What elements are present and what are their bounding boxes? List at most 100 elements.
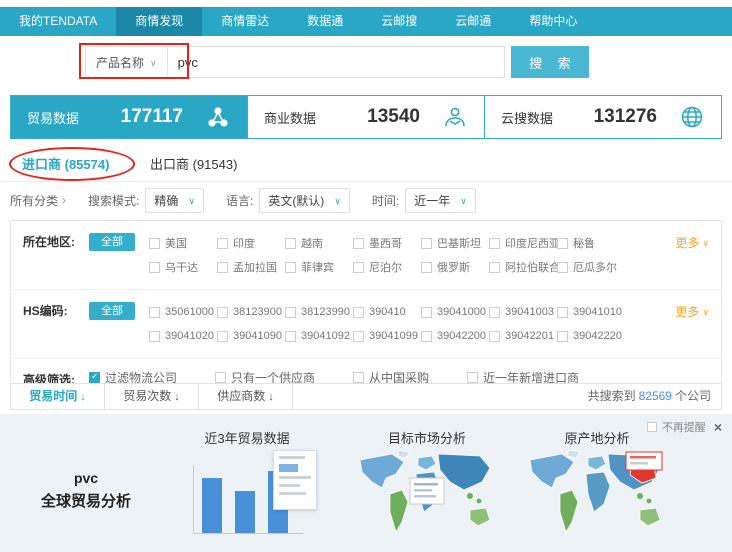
hs-option[interactable]: 39041003 bbox=[489, 300, 557, 324]
checkbox-icon bbox=[489, 262, 500, 273]
chevron-down-icon bbox=[460, 193, 467, 207]
nav-item-help-center[interactable]: 帮助中心 bbox=[510, 7, 596, 36]
checkbox-icon bbox=[353, 262, 364, 273]
sort-by-trade-time[interactable]: 贸易时间 bbox=[11, 384, 105, 409]
more-label: 更多 bbox=[675, 232, 699, 254]
hs-option[interactable]: 39041010 bbox=[557, 300, 625, 324]
globe-icon bbox=[679, 104, 705, 130]
stat-value: 177117 bbox=[121, 106, 183, 128]
close-icon[interactable]: × bbox=[714, 420, 722, 434]
search-button[interactable]: 搜 索 bbox=[511, 46, 589, 78]
nav-item-cloud-mail-search[interactable]: 云邮搜 bbox=[362, 7, 436, 36]
hs-option[interactable]: 39041099 bbox=[353, 324, 421, 348]
checkbox-icon bbox=[557, 307, 568, 318]
origin-map-thumbnail[interactable] bbox=[522, 448, 672, 544]
trade-bar-chart-thumbnail[interactable] bbox=[185, 450, 317, 546]
time-select[interactable]: 近一年 bbox=[405, 188, 476, 213]
checkbox-icon bbox=[149, 307, 160, 318]
checkbox-icon bbox=[285, 307, 296, 318]
language-select[interactable]: 英文(默认) bbox=[259, 188, 350, 213]
checkbox-icon bbox=[215, 372, 226, 383]
region-option[interactable]: 美国 bbox=[149, 231, 217, 255]
checkbox-checked-icon bbox=[89, 372, 100, 383]
hs-option[interactable]: 39041092 bbox=[285, 324, 353, 348]
hs-more-link[interactable]: 更多 bbox=[675, 300, 709, 323]
region-option[interactable]: 印度尼西亚 bbox=[489, 231, 557, 255]
search-box: 产品名称 bbox=[85, 46, 505, 78]
checkbox-icon bbox=[217, 307, 228, 318]
checkbox-icon bbox=[489, 238, 500, 249]
region-option[interactable]: 秘鲁 bbox=[557, 231, 625, 255]
checkbox-icon bbox=[489, 307, 500, 318]
region-all-button[interactable]: 全部 bbox=[89, 233, 135, 251]
hs-option[interactable]: 39041090 bbox=[217, 324, 285, 348]
region-option[interactable]: 厄瓜多尔 bbox=[557, 255, 625, 279]
stat-cloud-search-data[interactable]: 云搜数据 131276 bbox=[485, 96, 721, 138]
chevron-down-icon bbox=[150, 55, 157, 69]
search-category-select[interactable]: 产品名称 bbox=[86, 47, 168, 77]
nav-item-cloud-mail[interactable]: 云邮通 bbox=[436, 7, 510, 36]
all-categories-label: 所有分类 bbox=[10, 192, 58, 209]
filter-row-region: 所在地区: 全部 美国 印度 越南 墨西哥 巴基斯坦 印度尼西亚 秘鲁 乌干达 … bbox=[11, 221, 721, 289]
hs-options: 35061000 38123900 38123990 390410 390410… bbox=[149, 300, 629, 348]
checkbox-icon bbox=[557, 331, 568, 342]
checkbox-icon bbox=[217, 331, 228, 342]
hs-option[interactable]: 39042220 bbox=[557, 324, 625, 348]
stat-trade-data[interactable]: 贸易数据 177117 bbox=[11, 96, 248, 138]
search-mode-select[interactable]: 精确 bbox=[145, 188, 204, 213]
world-map bbox=[522, 448, 672, 540]
all-categories-link[interactable]: 所有分类 bbox=[10, 192, 66, 209]
target-market-map-thumbnail[interactable] bbox=[352, 448, 502, 544]
region-option[interactable]: 越南 bbox=[285, 231, 353, 255]
language-group: 语言: 英文(默认) bbox=[226, 188, 350, 213]
hs-option[interactable]: 39041020 bbox=[149, 324, 217, 348]
region-more-link[interactable]: 更多 bbox=[675, 231, 709, 254]
region-option[interactable]: 孟加拉国 bbox=[217, 255, 285, 279]
checkbox-icon bbox=[149, 262, 160, 273]
sort-by-supplier-count[interactable]: 供应商数 bbox=[199, 384, 293, 409]
filter-header-row: 所有分类 搜索模式: 精确 语言: 英文(默认) 时间: 近一年 bbox=[10, 188, 722, 212]
analysis-product-name: pvc bbox=[16, 470, 156, 486]
checkbox-icon bbox=[353, 307, 364, 318]
top-nav: 我的TENDATA 商情发现 商情雷达 数据通 云邮搜 云邮通 帮助中心 bbox=[0, 7, 732, 36]
region-option[interactable]: 尼泊尔 bbox=[353, 255, 421, 279]
search-mode-value: 精确 bbox=[154, 192, 178, 209]
region-option[interactable]: 乌干达 bbox=[149, 255, 217, 279]
region-option[interactable]: 俄罗斯 bbox=[421, 255, 489, 279]
tendata-search-page: 我的TENDATA 商情发现 商情雷达 数据通 云邮搜 云邮通 帮助中心 产品名… bbox=[0, 0, 732, 552]
stat-business-data[interactable]: 商业数据 13540 bbox=[248, 96, 485, 138]
region-option[interactable]: 巴基斯坦 bbox=[421, 231, 489, 255]
hs-all-button[interactable]: 全部 bbox=[89, 302, 135, 320]
hs-option[interactable]: 39042201 bbox=[489, 324, 557, 348]
checkbox-icon bbox=[421, 262, 432, 273]
checkbox-icon bbox=[149, 238, 160, 249]
search-mode-group: 搜索模式: 精确 bbox=[88, 188, 204, 213]
time-label: 时间: bbox=[372, 192, 399, 209]
result-prefix: 共搜索到 bbox=[588, 389, 636, 403]
hs-option[interactable]: 39041000 bbox=[421, 300, 489, 324]
chevron-right-icon bbox=[62, 193, 66, 207]
nav-item-data-link[interactable]: 数据通 bbox=[288, 7, 362, 36]
nav-item-my-tendata[interactable]: 我的TENDATA bbox=[0, 7, 116, 36]
hs-option[interactable]: 39042200 bbox=[421, 324, 489, 348]
result-count: 82569 bbox=[639, 389, 672, 403]
nav-item-business-discovery[interactable]: 商情发现 bbox=[116, 7, 202, 36]
tab-importers[interactable]: 进口商 (85574) bbox=[22, 150, 109, 180]
chevron-down-icon bbox=[334, 193, 341, 207]
stat-value: 131276 bbox=[594, 106, 657, 128]
hs-option[interactable]: 38123900 bbox=[217, 300, 285, 324]
region-option[interactable]: 墨西哥 bbox=[353, 231, 421, 255]
hs-option[interactable]: 390410 bbox=[353, 300, 421, 324]
sort-by-trade-count[interactable]: 贸易次数 bbox=[105, 384, 199, 409]
search-input[interactable] bbox=[168, 47, 504, 77]
hs-option[interactable]: 38123990 bbox=[285, 300, 353, 324]
nav-item-business-radar[interactable]: 商情雷达 bbox=[202, 7, 288, 36]
region-option[interactable]: 印度 bbox=[217, 231, 285, 255]
region-option[interactable]: 菲律宾 bbox=[285, 255, 353, 279]
stat-label: 云搜数据 bbox=[501, 108, 553, 127]
region-option[interactable]: 阿拉伯联合酋... bbox=[489, 255, 557, 279]
tab-exporters[interactable]: 出口商 (91543) bbox=[150, 150, 237, 180]
stat-label: 商业数据 bbox=[264, 108, 316, 127]
global-trade-analysis-panel: 不再提醒 × 近3年贸易数据 目标市场分析 原产地分析 pvc 全球贸易分析 bbox=[0, 414, 732, 552]
hs-option[interactable]: 35061000 bbox=[149, 300, 217, 324]
